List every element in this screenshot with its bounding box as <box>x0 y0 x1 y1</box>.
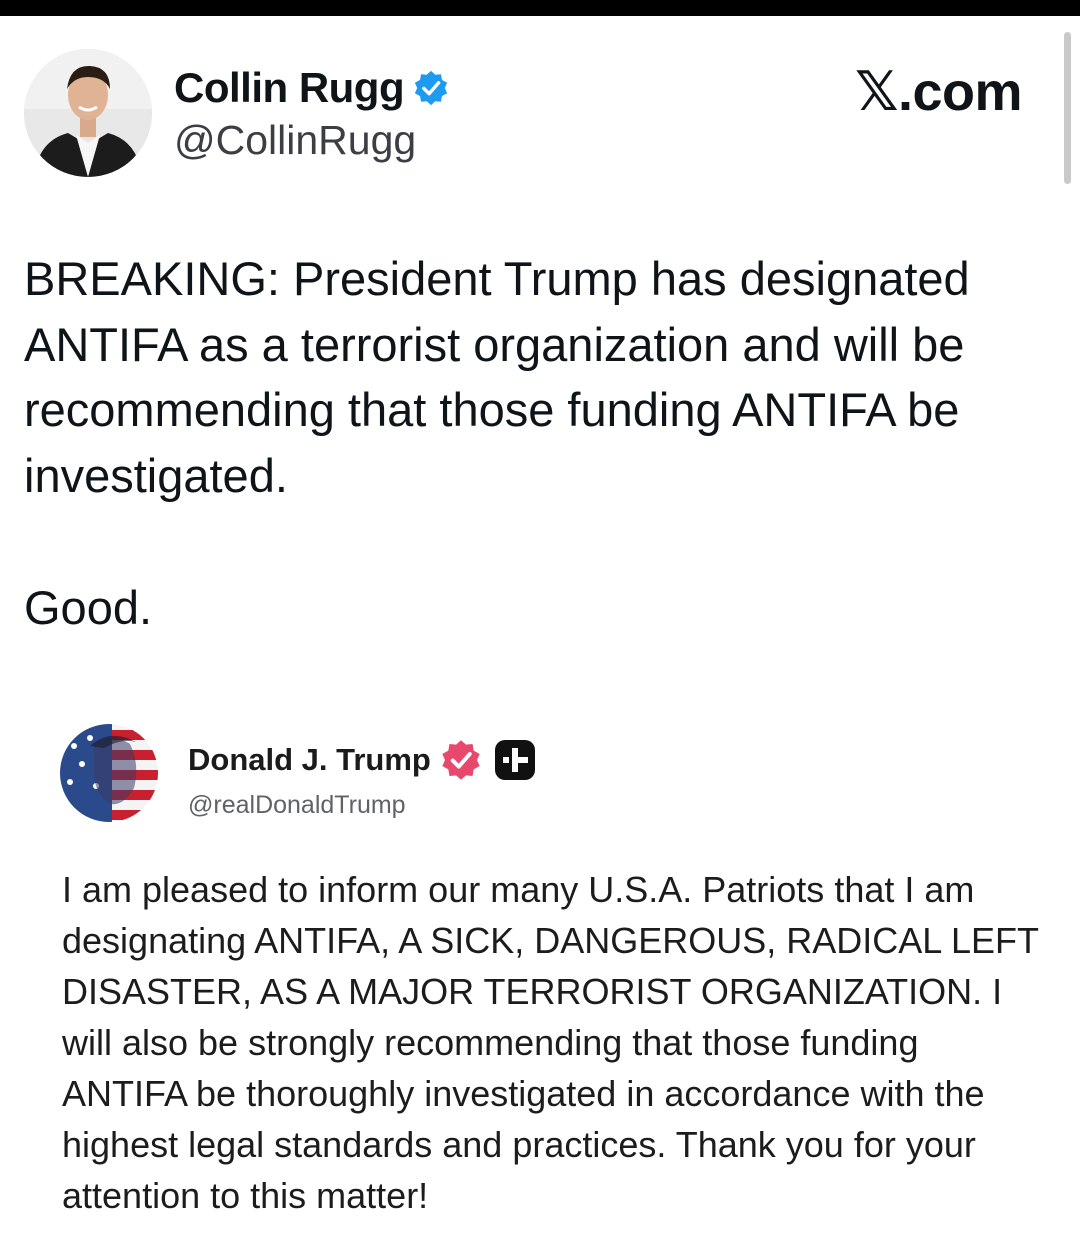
top-status-bar <box>0 0 1080 16</box>
x-com-logo: 𝕏.com <box>854 62 1023 122</box>
author-handle[interactable]: @CollinRugg <box>174 117 416 164</box>
verified-badge-icon <box>414 70 448 106</box>
truth-social-plus-icon <box>494 740 535 780</box>
quoted-author-avatar[interactable] <box>60 724 158 822</box>
author-avatar[interactable] <box>24 49 152 177</box>
tweet-comment: Good. <box>24 581 153 634</box>
scrollbar[interactable] <box>1064 32 1071 184</box>
avatar-photo-icon <box>24 49 152 177</box>
quoted-author-name-row: Donald J. Trump <box>188 737 537 783</box>
quoted-author-name[interactable]: Donald J. Trump <box>188 742 431 778</box>
author-name[interactable]: Collin Rugg <box>174 64 405 112</box>
quoted-post-text: I am pleased to inform our many U.S.A. P… <box>62 869 1039 1216</box>
flag-portrait-icon <box>60 724 158 822</box>
verified-badge-icon <box>442 740 480 780</box>
quoted-author-handle[interactable]: @realDonaldTrump <box>188 791 406 820</box>
author-name-row: Collin Rugg <box>174 62 450 114</box>
tweet-text: BREAKING: President Trump has designated… <box>24 252 970 502</box>
